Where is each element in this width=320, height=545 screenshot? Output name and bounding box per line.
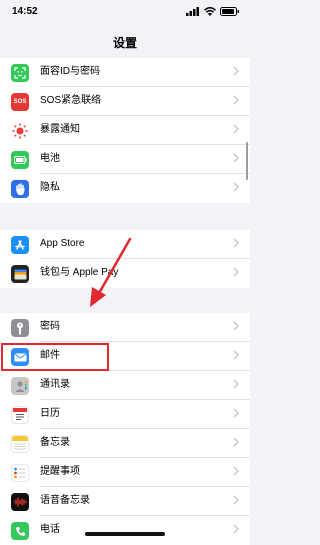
settings-row-label: 电话 — [40, 524, 60, 535]
settings-row-label: 面容ID与密码 — [40, 66, 100, 77]
settings-row-voice-memos[interactable]: 语音备忘录 — [0, 487, 250, 516]
key-icon — [11, 319, 29, 337]
scroll-indicator — [246, 142, 248, 180]
settings-row-label: 电池 — [40, 153, 60, 164]
calendar-icon — [11, 406, 29, 424]
chevron-right-icon — [233, 153, 239, 163]
settings-row-label: 通讯录 — [40, 379, 70, 390]
settings-row-contacts[interactable]: 通讯录 — [0, 371, 250, 400]
chevron-right-icon — [233, 524, 239, 534]
exposure-notification-icon — [11, 122, 29, 140]
chevron-right-icon — [233, 66, 239, 76]
status-icons — [186, 7, 240, 16]
mail-highlight-box — [1, 343, 109, 371]
home-indicator[interactable] — [85, 532, 165, 536]
chevron-right-icon — [233, 379, 239, 389]
settings-row-label: 日历 — [40, 408, 60, 419]
settings-row-label: 暴露通知 — [40, 124, 80, 135]
voice-memos-icon — [11, 493, 29, 511]
chevron-right-icon — [233, 437, 239, 447]
chevron-right-icon — [233, 124, 239, 134]
settings-group-privacy: 面容ID与密码 SOS SOS紧急联络 暴露通知 电池 隐私 — [0, 58, 250, 203]
settings-row-privacy[interactable]: 隐私 — [0, 174, 250, 203]
battery-icon — [11, 151, 29, 169]
sos-icon: SOS — [11, 93, 29, 111]
signal-icon — [186, 7, 199, 16]
settings-row-calendar[interactable]: 日历 — [0, 400, 250, 429]
page-title: 设置 — [112, 36, 137, 50]
settings-row-label: SOS紧急联络 — [40, 95, 102, 106]
wallet-icon — [11, 265, 29, 283]
face-id-icon — [11, 64, 29, 82]
status-time: 14:52 — [12, 6, 38, 17]
status-bar: 14:52 — [0, 0, 250, 24]
chevron-right-icon — [233, 267, 239, 277]
reminders-icon — [11, 464, 29, 482]
chevron-right-icon — [233, 408, 239, 418]
settings-row-label: 密码 — [40, 321, 60, 332]
chevron-right-icon — [233, 350, 239, 360]
wifi-icon — [204, 7, 216, 16]
chevron-right-icon — [233, 321, 239, 331]
settings-row-label: 备忘录 — [40, 437, 70, 448]
settings-row-reminders[interactable]: 提醒事项 — [0, 458, 250, 487]
settings-row-label: 提醒事项 — [40, 466, 80, 477]
chevron-right-icon — [233, 495, 239, 505]
settings-row-exposure[interactable]: 暴露通知 — [0, 116, 250, 145]
chevron-right-icon — [233, 238, 239, 248]
settings-row-notes[interactable]: 备忘录 — [0, 429, 250, 458]
settings-row-label: App Store — [40, 238, 85, 249]
app-store-icon — [11, 236, 29, 254]
settings-row-sos[interactable]: SOS SOS紧急联络 — [0, 87, 250, 116]
chevron-right-icon — [233, 182, 239, 192]
chevron-right-icon — [233, 95, 239, 105]
red-arrow-icon — [90, 237, 132, 307]
settings-row-battery[interactable]: 电池 — [0, 145, 250, 174]
settings-row-label: 语音备忘录 — [40, 495, 90, 506]
settings-row-passwords[interactable]: 密码 — [0, 313, 250, 342]
chevron-right-icon — [233, 466, 239, 476]
phone-icon — [11, 522, 29, 540]
hand-icon — [11, 180, 29, 198]
settings-row-face-id[interactable]: 面容ID与密码 — [0, 58, 250, 87]
contacts-icon — [11, 377, 29, 395]
settings-row-label: 隐私 — [40, 182, 60, 193]
battery-status-icon — [220, 7, 239, 16]
notes-icon — [11, 435, 29, 453]
